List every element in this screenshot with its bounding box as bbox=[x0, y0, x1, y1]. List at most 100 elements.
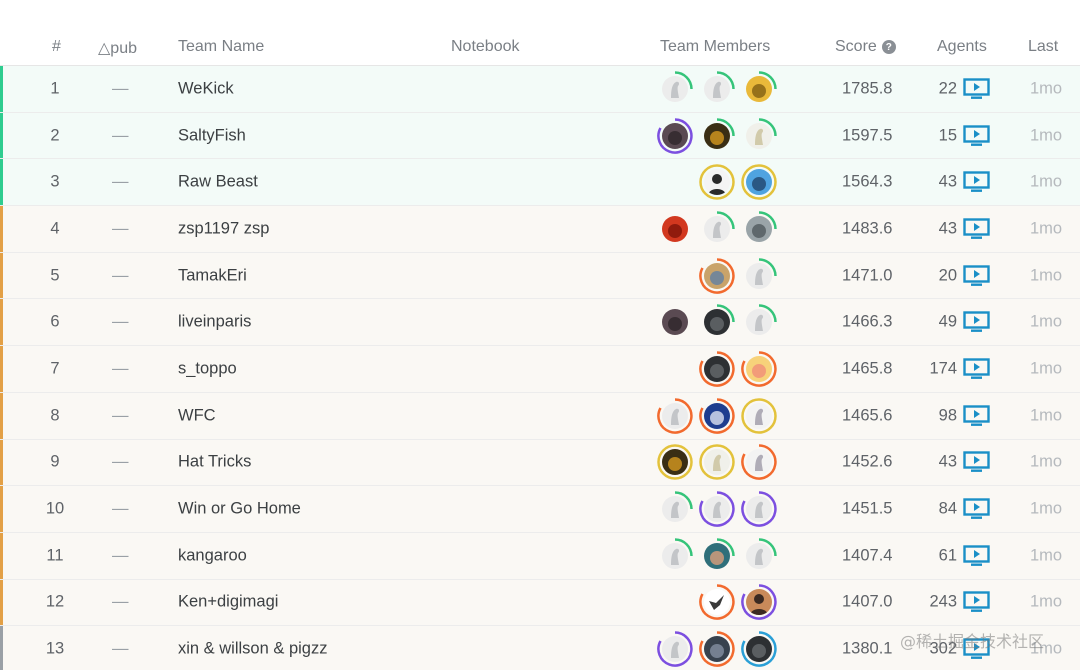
member-avatar[interactable] bbox=[740, 583, 778, 621]
member-avatar[interactable] bbox=[740, 537, 778, 575]
header-last[interactable]: Last bbox=[1028, 38, 1058, 56]
agents-count: 43 bbox=[938, 452, 957, 471]
member-avatar[interactable] bbox=[656, 630, 694, 668]
team-name-link[interactable]: Hat Tricks bbox=[178, 453, 251, 472]
table-row[interactable]: 11 — kangaroo 1407.4 61 1mo bbox=[0, 532, 1080, 580]
agent-replay-icon[interactable] bbox=[963, 404, 990, 427]
member-avatar[interactable] bbox=[740, 443, 778, 481]
team-name-link[interactable]: zsp1197 zsp bbox=[178, 219, 269, 238]
team-name-link[interactable]: kangaroo bbox=[178, 546, 247, 565]
member-avatar[interactable] bbox=[698, 303, 736, 341]
member-avatar[interactable] bbox=[698, 490, 736, 528]
member-avatar[interactable] bbox=[698, 397, 736, 435]
table-row[interactable]: 3 — Raw Beast 1564.3 43 1mo bbox=[0, 159, 1080, 207]
table-row[interactable]: 7 — s_toppo 1465.8 174 1mo bbox=[0, 346, 1080, 393]
team-name-link[interactable]: SaltyFish bbox=[178, 126, 246, 145]
rank-cell: 2 bbox=[50, 126, 60, 145]
table-row[interactable]: 5 — TamakEri 1471.0 20 1mo bbox=[0, 252, 1080, 300]
agent-replay-icon[interactable] bbox=[963, 264, 990, 287]
member-avatar[interactable] bbox=[656, 117, 694, 155]
header-team-name[interactable]: Team Name bbox=[178, 38, 264, 56]
delta-pub-cell: — bbox=[112, 79, 129, 98]
member-avatar[interactable] bbox=[698, 537, 736, 575]
table-row[interactable]: 4 — zsp1197 zsp 1483.6 43 1mo bbox=[0, 206, 1080, 253]
medal-tier-bar bbox=[0, 159, 3, 206]
table-row[interactable]: 6 — liveinparis 1466.3 49 1mo bbox=[0, 299, 1080, 347]
last-submission-cell: 1mo bbox=[1030, 79, 1063, 98]
member-avatar[interactable] bbox=[698, 583, 736, 621]
member-avatar[interactable] bbox=[698, 117, 736, 155]
member-avatar[interactable] bbox=[698, 210, 736, 248]
member-avatar[interactable] bbox=[698, 630, 736, 668]
agent-replay-icon[interactable] bbox=[963, 78, 990, 100]
avatar-image bbox=[662, 309, 688, 336]
header-notebook: Notebook bbox=[451, 38, 520, 55]
score-cell: 1483.6 bbox=[842, 219, 893, 238]
agent-replay-icon[interactable] bbox=[963, 358, 990, 380]
team-name-link[interactable]: Ken+digimagi bbox=[178, 593, 278, 612]
agent-replay-icon[interactable] bbox=[963, 591, 990, 613]
team-name-link[interactable]: Raw Beast bbox=[178, 173, 258, 192]
last-submission-cell: 1mo bbox=[1030, 452, 1063, 471]
member-avatar[interactable] bbox=[740, 117, 778, 155]
member-avatar[interactable] bbox=[740, 303, 778, 341]
member-avatar[interactable] bbox=[698, 443, 736, 481]
agent-replay-icon[interactable] bbox=[963, 218, 990, 240]
member-avatar[interactable] bbox=[740, 257, 778, 295]
agent-replay-icon[interactable] bbox=[963, 498, 990, 520]
member-avatar[interactable] bbox=[740, 350, 778, 388]
table-row[interactable]: 8 — WFC 1465.6 98 1mo bbox=[0, 392, 1080, 440]
member-avatar[interactable] bbox=[656, 210, 694, 248]
agent-replay-icon[interactable] bbox=[963, 451, 990, 473]
delta-pub-cell: — bbox=[112, 312, 129, 331]
team-name-link[interactable]: xin & willson & pigzz bbox=[178, 640, 327, 659]
member-avatar[interactable] bbox=[698, 70, 736, 108]
team-name-link[interactable]: s_toppo bbox=[178, 359, 237, 378]
team-name-link[interactable]: WFC bbox=[178, 406, 216, 425]
help-icon[interactable]: ? bbox=[881, 40, 896, 54]
team-name-link[interactable]: liveinparis bbox=[178, 313, 251, 332]
table-row[interactable]: 12 — Ken+digimagi 1407.0 243 1mo bbox=[0, 579, 1080, 627]
team-name-link[interactable]: WeKick bbox=[178, 79, 234, 98]
table-row[interactable]: 9 — Hat Tricks 1452.6 43 1mo bbox=[0, 439, 1080, 487]
medal-tier-bar bbox=[0, 486, 3, 532]
score-cell: 1785.8 bbox=[842, 79, 893, 98]
member-avatar[interactable] bbox=[656, 443, 694, 481]
header-rank[interactable]: # bbox=[52, 38, 61, 56]
member-avatar[interactable] bbox=[740, 397, 778, 435]
member-avatar[interactable] bbox=[656, 537, 694, 575]
member-avatar[interactable] bbox=[698, 163, 736, 201]
member-avatar[interactable] bbox=[698, 257, 736, 295]
table-row[interactable]: 2 — SaltyFish 1597.5 15 1mo bbox=[0, 112, 1080, 160]
agent-replay-icon[interactable] bbox=[963, 545, 990, 567]
member-avatar[interactable] bbox=[740, 210, 778, 248]
rank-cell: 5 bbox=[50, 266, 60, 285]
rank-cell: 4 bbox=[50, 219, 60, 238]
member-avatar[interactable] bbox=[740, 490, 778, 528]
member-avatar[interactable] bbox=[740, 163, 778, 201]
last-submission-cell: 1mo bbox=[1030, 499, 1063, 518]
agent-replay-icon[interactable] bbox=[963, 311, 990, 333]
header-score[interactable]: Score ? bbox=[835, 38, 896, 56]
rank-cell: 12 bbox=[45, 592, 65, 611]
team-name-link[interactable]: TamakEri bbox=[178, 266, 247, 285]
agent-replay-icon[interactable] bbox=[963, 124, 990, 147]
member-avatar[interactable] bbox=[698, 350, 736, 388]
member-avatar[interactable] bbox=[656, 490, 694, 528]
header-agents[interactable]: Agents bbox=[937, 38, 987, 56]
member-avatar[interactable] bbox=[656, 397, 694, 435]
last-submission-cell: 1mo bbox=[1030, 172, 1063, 191]
agent-replay-icon[interactable] bbox=[963, 171, 990, 193]
member-avatar[interactable] bbox=[656, 70, 694, 108]
score-cell: 1564.3 bbox=[842, 172, 893, 191]
team-name-link[interactable]: Win or Go Home bbox=[178, 500, 301, 519]
member-avatar[interactable] bbox=[656, 303, 694, 341]
header-delta-pub[interactable]: △pub bbox=[98, 38, 137, 58]
member-avatar[interactable] bbox=[740, 70, 778, 108]
delta-pub-cell: — bbox=[112, 172, 129, 191]
score-cell: 1465.8 bbox=[842, 359, 893, 378]
member-avatar[interactable] bbox=[740, 630, 778, 668]
medal-tier-bar bbox=[0, 579, 3, 626]
table-row[interactable]: 1 — WeKick 1785.8 22 1mo bbox=[0, 66, 1080, 113]
table-row[interactable]: 10 — Win or Go Home 1451.5 84 1mo bbox=[0, 486, 1080, 533]
